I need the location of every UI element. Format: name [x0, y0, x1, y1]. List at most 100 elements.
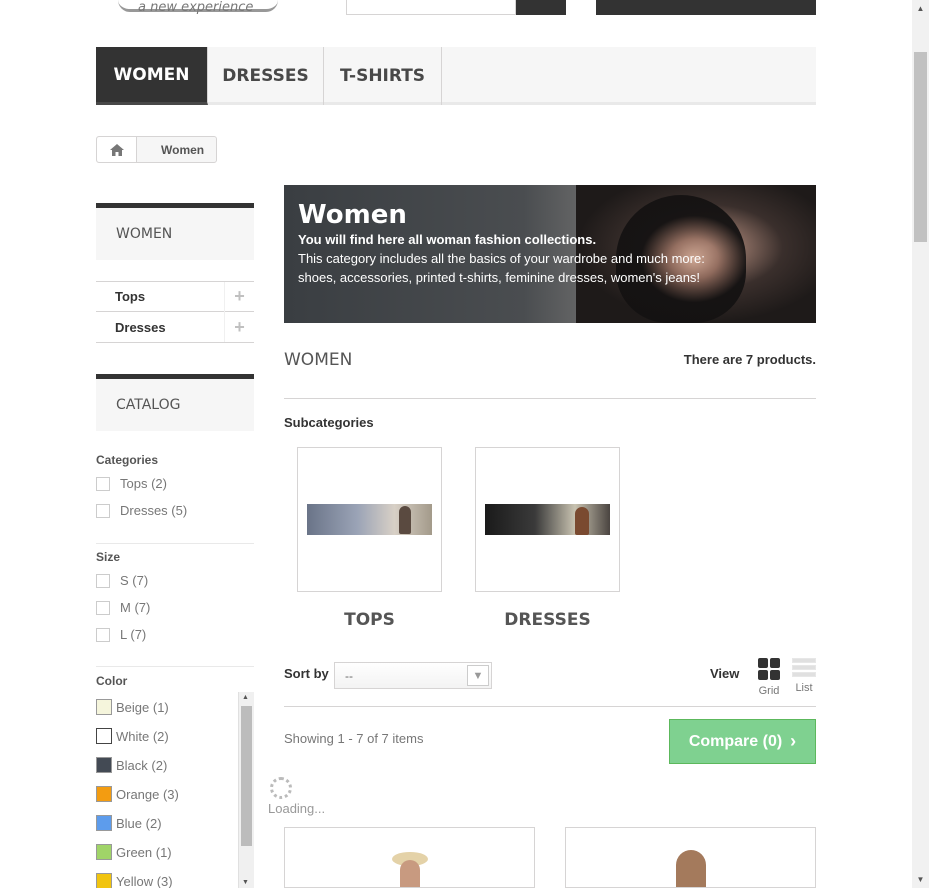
color-swatch[interactable] [96, 728, 112, 744]
scroll-down-icon[interactable]: ▼ [912, 871, 929, 888]
filter-color-black[interactable]: Black (2) [96, 757, 167, 773]
search-input[interactable] [346, 0, 516, 15]
page: a new experience WOMEN DRESSES T-SHIRTS … [0, 0, 929, 888]
search-button[interactable] [516, 0, 566, 15]
expand-icon[interactable]: + [224, 312, 254, 342]
product-count: There are 7 products. [683, 352, 816, 367]
banner-subtitle: You will find here all woman fashion col… [298, 232, 597, 247]
filter-option-label: White (2) [116, 728, 169, 744]
scroll-up-icon[interactable]: ▲ [242, 694, 249, 701]
filter-color-beige[interactable]: Beige (1) [96, 699, 169, 715]
home-icon[interactable] [97, 137, 137, 162]
logo-tagline: a new experience [138, 0, 254, 15]
view-list-label[interactable]: List [795, 682, 812, 694]
color-swatch[interactable] [96, 844, 112, 860]
color-swatch[interactable] [96, 699, 112, 715]
subcategory-thumbnail[interactable] [307, 504, 432, 535]
filter-category-dresses[interactable]: Dresses (5) [96, 503, 187, 518]
chevron-down-icon[interactable]: ▼ [467, 665, 489, 686]
divider [284, 398, 816, 399]
filter-option-label: S (7) [120, 573, 149, 588]
list-icon[interactable] [792, 658, 816, 677]
subcategory-tops-image[interactable] [297, 447, 442, 592]
breadcrumb-current: Women [161, 142, 205, 157]
filter-color-green[interactable]: Green (1) [96, 844, 172, 860]
subcategory-name-tops[interactable]: TOPS [297, 610, 442, 630]
view-grid-button[interactable]: Grid [754, 658, 784, 697]
view-label: View [710, 666, 740, 681]
view-list-button[interactable]: List [789, 658, 819, 694]
scrollbar-thumb[interactable] [914, 52, 927, 242]
sort-select[interactable]: -- ▼ [334, 662, 492, 689]
menu-item-tshirts[interactable]: T-SHIRTS [324, 47, 442, 105]
product-figure [399, 860, 420, 887]
top-menu: WOMEN DRESSES T-SHIRTS [96, 47, 816, 105]
product-card[interactable] [284, 827, 535, 888]
color-swatch[interactable] [96, 786, 112, 802]
filter-option-label: Green (1) [116, 844, 172, 860]
color-swatch[interactable] [96, 757, 112, 773]
banner-title: Women [298, 200, 407, 230]
product-image[interactable] [675, 850, 706, 887]
color-filter-list: Beige (1) White (2) Black (2) Orange (3)… [96, 692, 254, 888]
color-swatch[interactable] [96, 873, 112, 888]
subcategory-dresses-image[interactable] [475, 447, 620, 592]
checkbox[interactable] [96, 573, 110, 588]
category-heading: WOMEN [284, 350, 353, 370]
subcategory-name-dresses[interactable]: DRESSES [475, 610, 620, 630]
filter-option-label: Yellow (3) [116, 873, 173, 888]
filter-categories-label: Categories [96, 453, 159, 467]
scrollbar-thumb[interactable] [241, 706, 252, 846]
filter-option-label: M (7) [120, 600, 151, 615]
chevron-right-icon: › [790, 731, 797, 751]
filter-color-orange[interactable]: Orange (3) [96, 786, 179, 802]
menu-item-women[interactable]: WOMEN [96, 47, 208, 105]
filter-color-yellow[interactable]: Yellow (3) [96, 873, 173, 888]
filter-option-label: Beige (1) [116, 699, 169, 715]
loading-spinner-icon [270, 777, 292, 799]
category-label[interactable]: Dresses [115, 320, 166, 335]
compare-button[interactable]: Compare (0) › [669, 719, 816, 764]
view-grid-label[interactable]: Grid [759, 685, 780, 697]
menu-item-dresses[interactable]: DRESSES [208, 47, 324, 105]
checkbox[interactable] [96, 503, 110, 518]
compare-label[interactable]: Compare (0) [689, 733, 782, 751]
divider [284, 706, 816, 707]
checkbox[interactable] [96, 627, 110, 642]
loading-text: Loading... [268, 801, 326, 816]
sidebar-catalog-title: CATALOG [96, 374, 254, 431]
filter-size-m[interactable]: M (7) [96, 600, 150, 615]
sidebar-women-title[interactable]: WOMEN [96, 203, 254, 260]
scroll-down-icon[interactable]: ▼ [242, 879, 249, 886]
filter-color-white[interactable]: White (2) [96, 728, 169, 744]
filter-size-s[interactable]: S (7) [96, 573, 148, 588]
page-scrollbar[interactable]: ▲ ▼ [912, 0, 929, 888]
checkbox[interactable] [96, 600, 110, 615]
cart-button[interactable] [596, 0, 816, 15]
color-swatch[interactable] [96, 815, 112, 831]
banner-line-2: shoes, accessories, printed t-shirts, fe… [298, 270, 701, 285]
filter-option-label: Dresses (5) [120, 503, 188, 518]
checkbox[interactable] [96, 476, 110, 491]
category-tree: Tops + Dresses + [96, 281, 254, 343]
model-figure [399, 506, 411, 534]
breadcrumb: Women [96, 136, 218, 163]
category-label[interactable]: Tops [115, 289, 145, 304]
category-item-dresses[interactable]: Dresses + [96, 312, 254, 343]
color-list-scrollbar[interactable]: ▲ ▼ [238, 692, 254, 888]
filter-color-label: Color [96, 674, 128, 688]
sort-value: -- [345, 668, 353, 683]
subcategory-thumbnail[interactable] [485, 504, 610, 535]
model-figure [575, 507, 589, 535]
scroll-up-icon[interactable]: ▲ [912, 0, 929, 17]
divider [96, 666, 254, 667]
filter-category-tops[interactable]: Tops (2) [96, 476, 167, 491]
filter-size-l[interactable]: L (7) [96, 627, 146, 642]
product-card[interactable] [565, 827, 816, 888]
grid-icon[interactable] [758, 658, 780, 680]
filter-option-label: L (7) [120, 627, 147, 642]
sort-label: Sort by [284, 666, 329, 681]
expand-icon[interactable]: + [224, 281, 254, 312]
category-item-tops[interactable]: Tops + [96, 281, 254, 312]
filter-color-blue[interactable]: Blue (2) [96, 815, 162, 831]
